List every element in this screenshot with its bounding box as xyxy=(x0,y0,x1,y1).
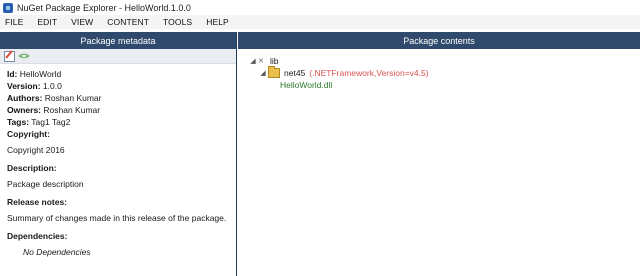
id-row: Id: HelloWorld xyxy=(7,68,229,80)
contents-tree: ◢ ✕ lib ◢ net45 (.NETFramework,Version=v… xyxy=(238,49,640,91)
contents-header: Package contents xyxy=(238,32,640,49)
authors-label: Authors: xyxy=(7,93,43,103)
code-icon: <> xyxy=(18,50,30,61)
dependencies-label: Dependencies: xyxy=(7,231,68,241)
description-label: Description: xyxy=(7,163,57,173)
authors-row: Authors: Roshan Kumar xyxy=(7,92,229,104)
id-value: HelloWorld xyxy=(19,69,62,79)
menu-edit[interactable]: EDIT xyxy=(30,17,64,27)
title-bar: NuGet Package Explorer - HelloWorld.1.0.… xyxy=(0,0,640,15)
id-label: Id: xyxy=(7,69,18,79)
lib-label: lib xyxy=(270,56,279,66)
version-label: Version: xyxy=(7,81,41,91)
metadata-fields: Id: HelloWorld Version: 1.0.0 Authors: R… xyxy=(0,64,236,258)
net45-label: net45 xyxy=(284,68,306,78)
menu-bar: FILE EDIT VIEW CONTENT TOOLS HELP xyxy=(0,15,640,29)
menu-file[interactable]: FILE xyxy=(0,17,30,27)
owners-label: Owners: xyxy=(7,105,42,115)
tree-node-dll[interactable]: HelloWorld.dll xyxy=(248,79,640,91)
authors-value: Roshan Kumar xyxy=(44,93,102,103)
version-row: Version: 1.0.0 xyxy=(7,80,229,92)
dependencies-value: No Dependencies xyxy=(23,247,91,257)
menu-tools[interactable]: TOOLS xyxy=(156,17,199,27)
tags-value: Tag1 Tag2 xyxy=(31,117,71,127)
description-value: Package description xyxy=(7,179,84,189)
nuget-app-icon xyxy=(3,2,13,13)
folder-icon xyxy=(268,66,280,78)
edit-metadata-button[interactable] xyxy=(3,50,15,62)
menu-content[interactable]: CONTENT xyxy=(100,17,156,27)
menu-help[interactable]: HELP xyxy=(199,17,236,27)
collapse-arrow-icon[interactable]: ◢ xyxy=(248,57,258,65)
tree-node-net45[interactable]: ◢ net45 (.NETFramework,Version=v4.5) xyxy=(248,66,640,79)
window-title: NuGet Package Explorer - HelloWorld.1.0.… xyxy=(17,2,191,13)
owners-value: Roshan Kumar xyxy=(43,105,101,115)
edit-icon xyxy=(3,50,15,62)
framework-label: (.NETFramework,Version=v4.5) xyxy=(309,68,429,78)
collapse-arrow-icon[interactable]: ◢ xyxy=(258,69,268,77)
metadata-header: Package metadata xyxy=(0,32,236,49)
tree-node-lib[interactable]: ◢ ✕ lib xyxy=(248,55,640,67)
owners-row: Owners: Roshan Kumar xyxy=(7,104,229,116)
tags-row: Tags: Tag1 Tag2 xyxy=(7,116,229,128)
dll-file-label: HelloWorld.dll xyxy=(280,80,333,90)
copyright-label: Copyright: xyxy=(7,129,50,139)
edit-source-button[interactable]: <> xyxy=(18,51,30,62)
version-value: 1.0.0 xyxy=(42,81,62,91)
metadata-toolbar: <> xyxy=(0,49,236,64)
lib-folder-icon: ✕ xyxy=(258,58,264,65)
package-metadata-pane: Package metadata <> Id: HelloWorld Versi… xyxy=(0,32,237,276)
package-contents-pane: Package contents ◢ ✕ lib ◢ net45 (.NETFr… xyxy=(238,32,640,276)
release-notes-value: Summary of changes made in this release … xyxy=(7,213,227,223)
tags-label: Tags: xyxy=(7,117,30,127)
menu-view[interactable]: VIEW xyxy=(64,17,100,27)
copyright-value: Copyright 2016 xyxy=(7,145,65,155)
release-notes-label: Release notes: xyxy=(7,197,67,207)
